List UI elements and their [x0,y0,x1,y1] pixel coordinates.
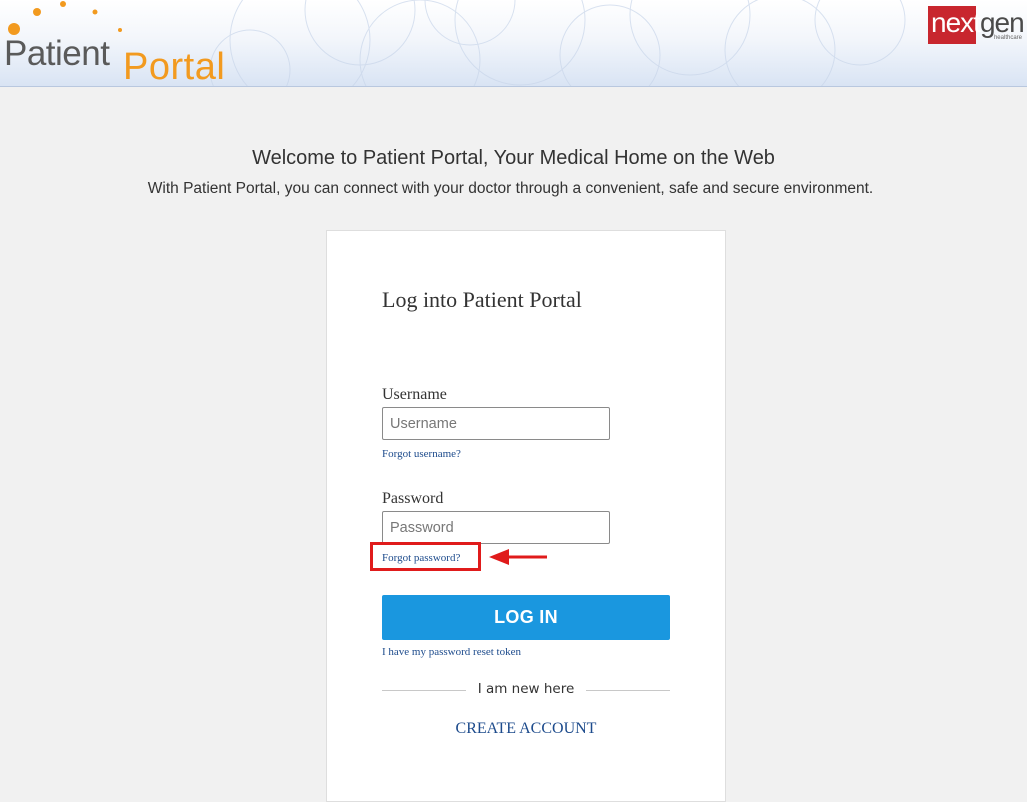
forgot-username-link[interactable]: Forgot username? [382,448,461,460]
welcome-subtitle: With Patient Portal, you can connect wit… [147,180,874,197]
username-input[interactable] [382,407,610,440]
nextgen-logo-sub: healthcare [993,35,1022,41]
logo-dots-icon [8,1,122,35]
username-label: Username [382,386,447,403]
logo-word-patient: Patient [4,34,110,73]
password-input[interactable] [382,511,610,544]
password-label: Password [382,490,444,507]
logo-word-portal: Portal [123,46,226,87]
create-account-link[interactable]: CREATE ACCOUNT [382,720,670,738]
page-header: Patient Portal nextgen healthcare [0,0,1027,87]
welcome-title: Welcome to Patient Portal, Your Medical … [252,147,775,169]
login-card: Log into Patient Portal Username Forgot … [326,230,726,802]
login-title: Log into Patient Portal [382,287,582,312]
left-arrow-icon [489,549,547,565]
nextgen-logo-part1: next [931,7,981,38]
login-button[interactable]: LOG IN [382,595,670,640]
nextgen-logo-part2: gen [979,7,1025,38]
reset-token-link[interactable]: I have my password reset token [382,646,521,658]
annotation-highlight-box [370,542,481,571]
divider-right [586,690,670,691]
new-here-text: I am new here [477,681,575,697]
nextgen-logo: nextgen healthcare [928,6,1025,44]
